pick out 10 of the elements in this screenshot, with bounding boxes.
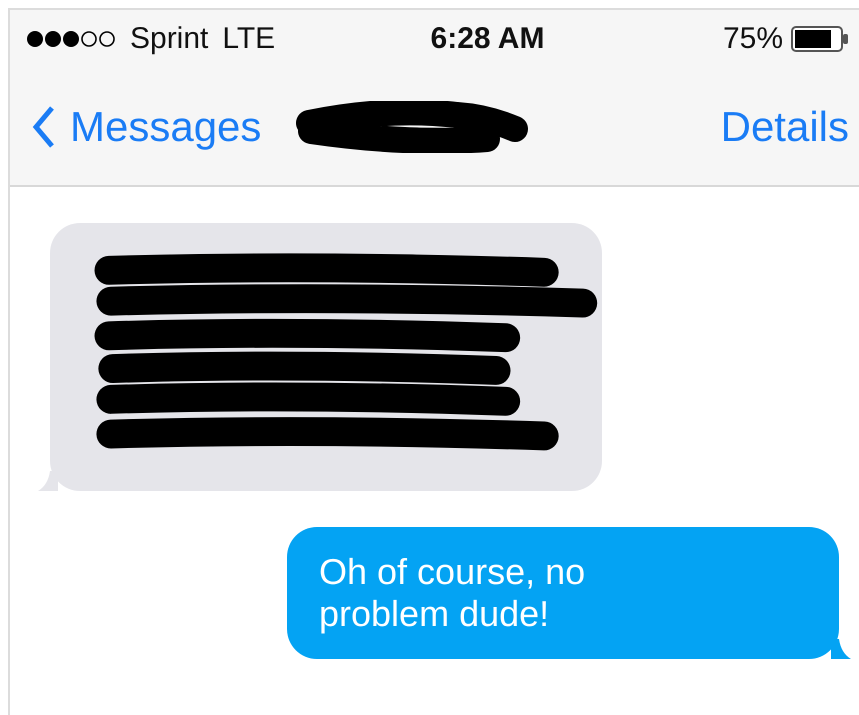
carrier-name: Sprint: [130, 22, 208, 56]
network-type: LTE: [222, 22, 276, 56]
status-time: 6:28 AM: [430, 22, 544, 56]
battery-percent: 75%: [722, 22, 783, 56]
battery-icon: [791, 26, 849, 52]
signal-icon: [26, 29, 116, 49]
back-link[interactable]: Messages: [32, 102, 262, 150]
message-text: Oh of course, no problem dude!: [319, 551, 586, 636]
chevron-left-icon: [32, 104, 56, 148]
details-link[interactable]: Details: [720, 102, 849, 150]
